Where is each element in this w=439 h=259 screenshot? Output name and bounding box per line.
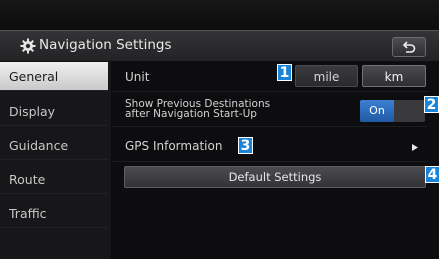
callout-badge-1: 1 bbox=[277, 64, 292, 81]
callout-badge-4: 4 bbox=[425, 166, 439, 183]
unit-km-button[interactable]: km bbox=[362, 65, 426, 87]
default-settings-button[interactable]: Default Settings bbox=[124, 166, 426, 188]
title-bar: Navigation Settings bbox=[0, 30, 439, 62]
sidebar-item-route[interactable]: Route bbox=[0, 165, 108, 194]
sidebar-item-traffic[interactable]: Traffic bbox=[0, 199, 108, 228]
sidebar-item-guidance[interactable]: Guidance bbox=[0, 131, 108, 160]
unit-mile-label: mile bbox=[313, 70, 340, 84]
top-bezel bbox=[0, 0, 439, 30]
unit-km-label: km bbox=[384, 70, 404, 84]
default-settings-label: Default Settings bbox=[228, 170, 322, 184]
sidebar-item-label: Traffic bbox=[9, 206, 47, 221]
settings-panel: Unit mile km Show Previous Destinations … bbox=[112, 62, 439, 259]
sidebar-item-display[interactable]: Display bbox=[0, 97, 108, 126]
sidebar-item-label: Route bbox=[9, 172, 46, 187]
gear-icon bbox=[20, 38, 36, 54]
chevron-right-icon bbox=[412, 144, 418, 151]
gps-info-row[interactable]: GPS Information bbox=[112, 130, 428, 162]
sidebar-item-label: General bbox=[9, 69, 59, 84]
show-previous-label-line2: after Navigation Start-Up bbox=[125, 108, 257, 120]
show-previous-row[interactable]: Show Previous Destinations after Navigat… bbox=[112, 95, 428, 127]
sidebar: General Display Guidance Route Traffic bbox=[0, 62, 111, 259]
gps-info-label: GPS Information bbox=[125, 139, 223, 153]
sidebar-item-label: Guidance bbox=[9, 138, 69, 153]
toggle-off-part bbox=[394, 100, 425, 122]
page-title: Navigation Settings bbox=[39, 37, 172, 53]
callout-badge-3: 3 bbox=[238, 137, 253, 154]
callout-badge-2: 2 bbox=[424, 96, 439, 113]
show-previous-toggle[interactable]: On bbox=[360, 100, 425, 122]
back-arrow-icon bbox=[402, 41, 416, 53]
unit-row: Unit mile km bbox=[112, 62, 428, 92]
sidebar-item-label: Display bbox=[9, 104, 56, 119]
sidebar-item-general[interactable]: General bbox=[0, 62, 108, 91]
back-button[interactable] bbox=[392, 37, 426, 57]
unit-label: Unit bbox=[125, 70, 150, 84]
unit-mile-button[interactable]: mile bbox=[295, 65, 358, 87]
toggle-on-label: On bbox=[360, 100, 394, 122]
